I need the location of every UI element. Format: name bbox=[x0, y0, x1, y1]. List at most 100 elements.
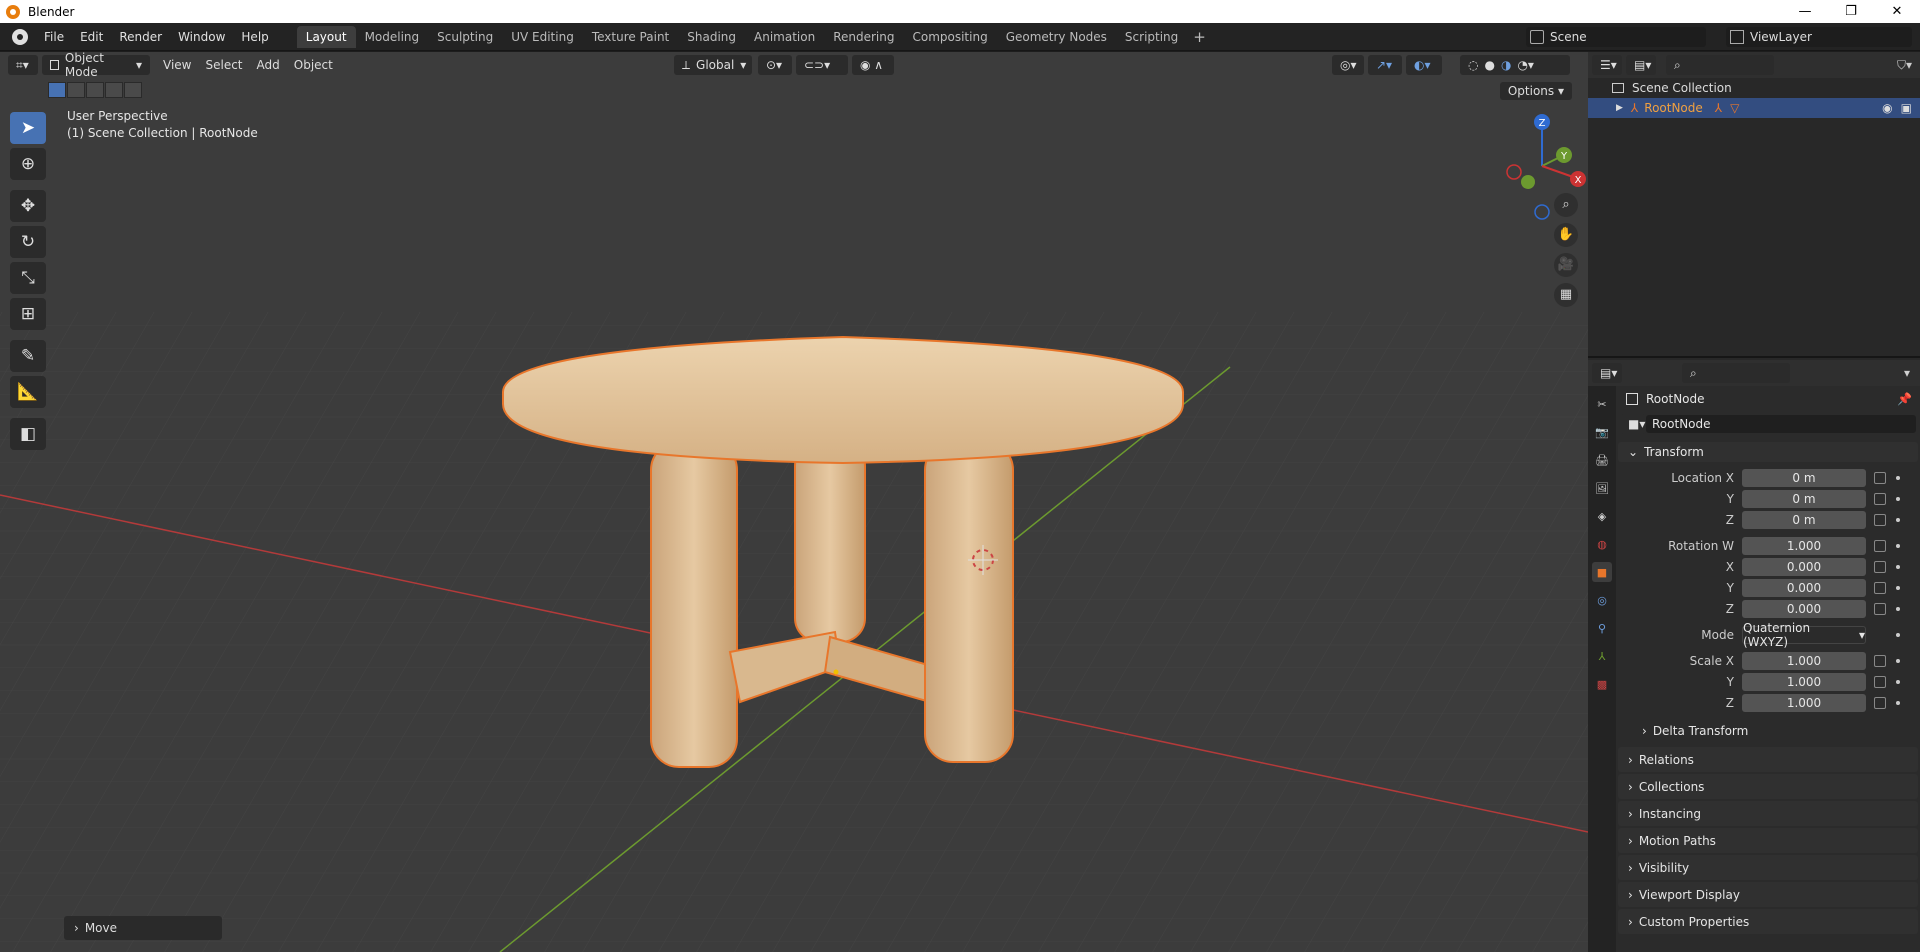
select-new-button[interactable] bbox=[48, 82, 66, 98]
blender-menu-icon[interactable] bbox=[12, 28, 28, 45]
pin-icon[interactable]: 📌 bbox=[1897, 392, 1912, 406]
select-subtract-button[interactable] bbox=[86, 82, 104, 98]
scene-tab-icon[interactable]: ◈ bbox=[1592, 506, 1612, 526]
mode-dropdown[interactable]: Object Mode ▾ bbox=[42, 52, 150, 79]
zoom-icon[interactable]: ⌕ bbox=[1554, 193, 1578, 217]
3d-viewport[interactable]: ⌗▾ Object Mode ▾ View Select Add Object … bbox=[0, 52, 1588, 952]
menu-window[interactable]: Window bbox=[170, 23, 233, 51]
pan-hand-icon[interactable]: ✋ bbox=[1554, 223, 1578, 247]
snap-toggle[interactable]: ⊂⊃▾ bbox=[796, 55, 848, 75]
scale-tool[interactable]: ⤡ bbox=[10, 262, 46, 294]
shading-modes[interactable]: ◌ ● ◑ ◔▾ bbox=[1460, 55, 1570, 75]
tool-tab-icon[interactable]: ✂ bbox=[1592, 394, 1612, 414]
move-tool[interactable]: ✥ bbox=[10, 190, 46, 222]
editor-type-button[interactable]: ⌗▾ bbox=[8, 55, 38, 75]
outliner-search-input[interactable]: ⌕ bbox=[1666, 55, 1774, 75]
properties-editor-type[interactable]: ▤▾ bbox=[1592, 363, 1622, 383]
add-workspace-button[interactable]: + bbox=[1187, 28, 1212, 46]
properties-search-input[interactable]: ⌕ bbox=[1682, 363, 1790, 383]
tab-layout[interactable]: Layout bbox=[296, 25, 356, 48]
menu-view[interactable]: View bbox=[156, 52, 198, 78]
tab-sculpting[interactable]: Sculpting bbox=[428, 26, 502, 48]
add-cube-tool[interactable]: ◧ bbox=[10, 418, 46, 450]
outliner[interactable]: ☰▾ ▤▾ ⌕ ⛉▾ Scene Collection ▶ ⅄ RootNode… bbox=[1588, 52, 1920, 358]
keyframe-dot-icon[interactable] bbox=[1896, 497, 1900, 501]
tab-modeling[interactable]: Modeling bbox=[356, 26, 429, 48]
menu-add[interactable]: Add bbox=[250, 52, 287, 78]
cursor-tool[interactable]: ⊕ bbox=[10, 148, 46, 180]
lock-icon[interactable] bbox=[1874, 540, 1886, 552]
viewport-display-section[interactable]: › Viewport Display bbox=[1618, 882, 1918, 907]
annotate-tool[interactable]: ✎ bbox=[10, 340, 46, 372]
location-z-field[interactable]: 0 m bbox=[1742, 511, 1866, 529]
tab-texture-paint[interactable]: Texture Paint bbox=[583, 26, 678, 48]
keyframe-dot-icon[interactable] bbox=[1896, 565, 1900, 569]
rotation-x-field[interactable]: 0.000 bbox=[1742, 558, 1866, 576]
scale-y-field[interactable]: 1.000 bbox=[1742, 673, 1866, 691]
camera-icon[interactable]: 🎥 bbox=[1554, 253, 1578, 277]
tab-scripting[interactable]: Scripting bbox=[1116, 26, 1187, 48]
keyframe-dot-icon[interactable] bbox=[1896, 607, 1900, 611]
outliner-editor-type[interactable]: ☰▾ bbox=[1592, 55, 1622, 75]
maximize-button[interactable]: ❐ bbox=[1828, 0, 1874, 23]
outliner-row-scene-collection[interactable]: Scene Collection bbox=[1588, 78, 1920, 98]
visibility-section[interactable]: › Visibility bbox=[1618, 855, 1918, 880]
scale-x-field[interactable]: 1.000 bbox=[1742, 652, 1866, 670]
physics-tab-icon[interactable]: ◎ bbox=[1592, 590, 1612, 610]
transform-tool[interactable]: ⊞ bbox=[10, 298, 46, 330]
gizmo-toggle[interactable]: ↗▾ bbox=[1368, 55, 1402, 75]
instancing-section[interactable]: › Instancing bbox=[1618, 801, 1918, 826]
rendered-shading-icon[interactable]: ◔▾ bbox=[1517, 58, 1534, 72]
keyframe-dot-icon[interactable] bbox=[1896, 544, 1900, 548]
overlay-toggle[interactable]: ◐▾ bbox=[1406, 55, 1442, 75]
rotation-z-field[interactable]: 0.000 bbox=[1742, 600, 1866, 618]
data-tab-icon[interactable]: ⅄ bbox=[1592, 646, 1612, 666]
object-tab-icon[interactable]: ■ bbox=[1592, 562, 1612, 582]
keyframe-dot-icon[interactable] bbox=[1896, 518, 1900, 522]
menu-select[interactable]: Select bbox=[198, 52, 249, 78]
rotation-w-field[interactable]: 1.000 bbox=[1742, 537, 1866, 555]
chevron-down-icon[interactable]: ▾ bbox=[1904, 366, 1910, 380]
last-operator-panel[interactable]: › Move bbox=[64, 916, 222, 940]
delta-transform-header[interactable]: › Delta Transform bbox=[1618, 721, 1918, 741]
tab-compositing[interactable]: Compositing bbox=[903, 26, 996, 48]
pivot-dropdown[interactable]: ⊙▾ bbox=[758, 55, 792, 75]
view-layer-tab-icon[interactable]: 🖼 bbox=[1592, 478, 1612, 498]
orientation-dropdown[interactable]: ⟂ Global ▾ bbox=[674, 55, 752, 75]
outliner-row-rootnode[interactable]: ▶ ⅄ RootNode ⅄ ▽ ◉ ▣ bbox=[1588, 98, 1920, 118]
rotation-mode-dropdown[interactable]: Quaternion (WXYZ) ▾ bbox=[1742, 621, 1866, 649]
view-layer-selector[interactable]: ViewLayer bbox=[1726, 27, 1912, 47]
rotation-y-field[interactable]: 0.000 bbox=[1742, 579, 1866, 597]
lock-icon[interactable] bbox=[1874, 472, 1886, 484]
tab-shading[interactable]: Shading bbox=[678, 26, 745, 48]
location-x-field[interactable]: 0 m bbox=[1742, 469, 1866, 487]
texture-tab-icon[interactable]: ▩ bbox=[1592, 674, 1612, 694]
tab-uv-editing[interactable]: UV Editing bbox=[502, 26, 583, 48]
measure-tool[interactable]: 📐 bbox=[10, 376, 46, 408]
relations-section[interactable]: › Relations bbox=[1618, 747, 1918, 772]
menu-render[interactable]: Render bbox=[111, 23, 170, 51]
display-mode-dropdown[interactable]: ▤▾ bbox=[1626, 55, 1656, 75]
lock-icon[interactable] bbox=[1874, 561, 1886, 573]
lock-icon[interactable] bbox=[1874, 514, 1886, 526]
lock-icon[interactable] bbox=[1874, 676, 1886, 688]
collections-section[interactable]: › Collections bbox=[1618, 774, 1918, 799]
transform-section-header[interactable]: ⌄ Transform bbox=[1618, 442, 1918, 462]
select-intersect-button[interactable] bbox=[124, 82, 142, 98]
custom-properties-section[interactable]: › Custom Properties bbox=[1618, 909, 1918, 934]
eye-icon[interactable]: ◉ bbox=[1882, 101, 1892, 115]
keyframe-dot-icon[interactable] bbox=[1896, 659, 1900, 663]
scale-z-field[interactable]: 1.000 bbox=[1742, 694, 1866, 712]
tab-animation[interactable]: Animation bbox=[745, 26, 824, 48]
keyframe-dot-icon[interactable] bbox=[1896, 633, 1900, 637]
solid-shading-icon[interactable]: ● bbox=[1484, 58, 1494, 72]
visibility-dropdown[interactable]: ◎▾ bbox=[1332, 55, 1364, 75]
lock-icon[interactable] bbox=[1874, 603, 1886, 615]
scene-selector[interactable]: Scene bbox=[1526, 27, 1706, 47]
lock-icon[interactable] bbox=[1874, 582, 1886, 594]
select-extend-button[interactable] bbox=[67, 82, 85, 98]
keyframe-dot-icon[interactable] bbox=[1896, 680, 1900, 684]
keyframe-dot-icon[interactable] bbox=[1896, 476, 1900, 480]
object-name-field[interactable]: RootNode bbox=[1646, 415, 1916, 433]
close-button[interactable]: ✕ bbox=[1874, 0, 1920, 23]
